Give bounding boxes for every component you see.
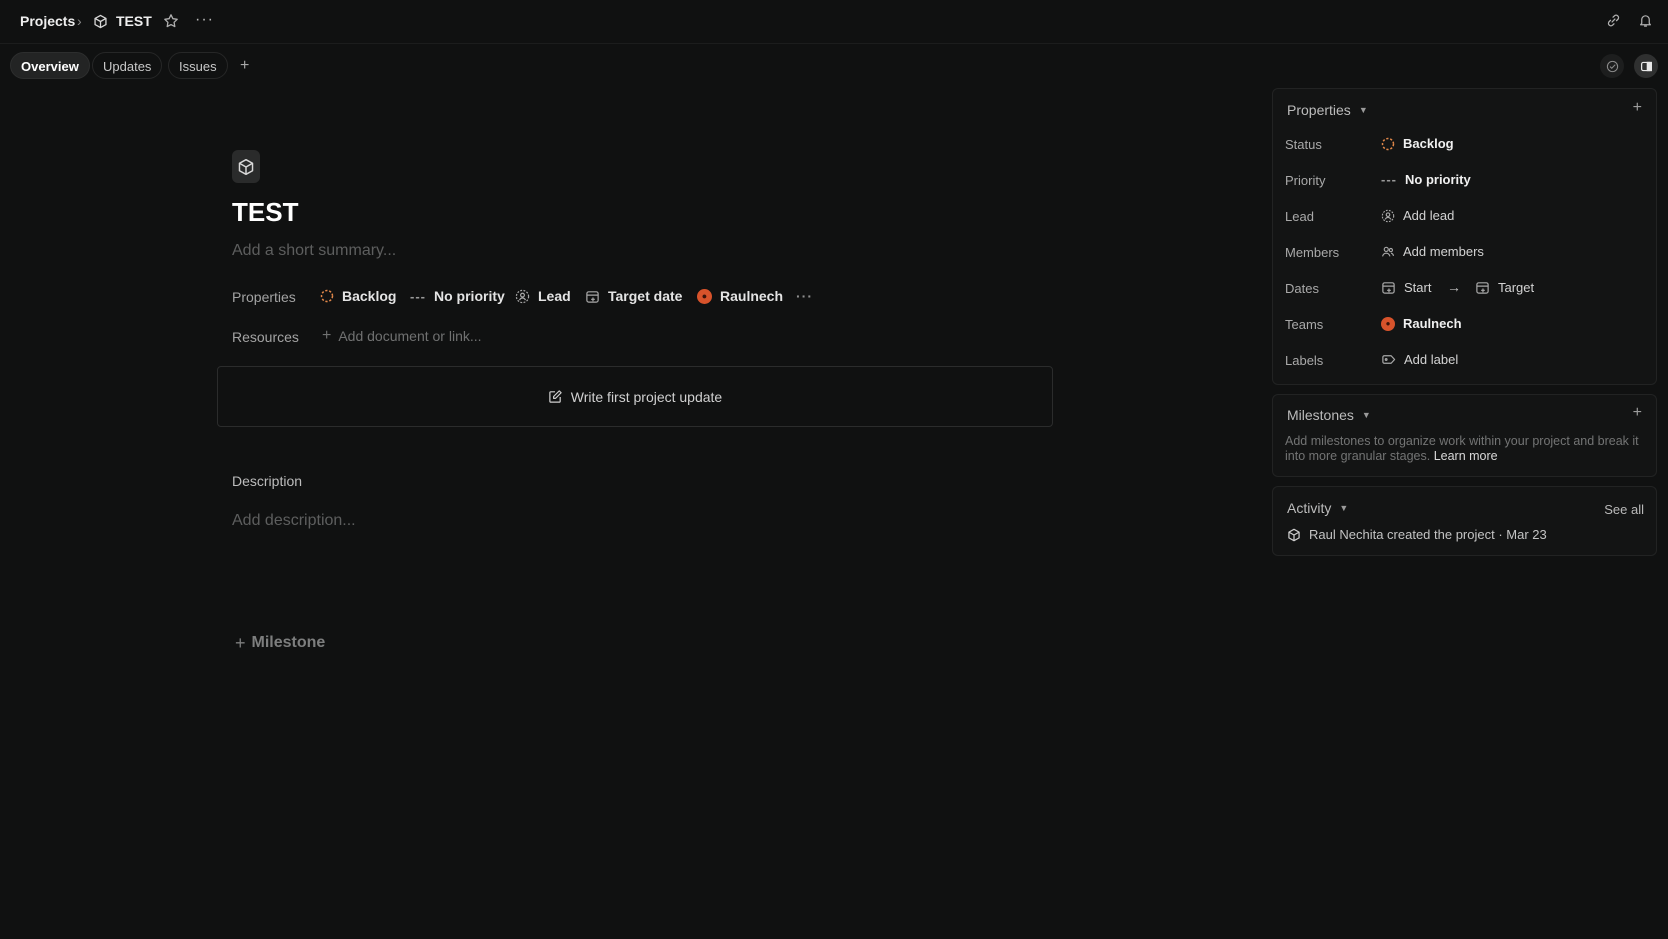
team-chip[interactable]: ● Raulnech <box>697 288 783 304</box>
lead-value[interactable]: Add lead <box>1381 208 1454 223</box>
members-label: Members <box>1285 245 1340 260</box>
members-value-label: Add members <box>1403 244 1484 259</box>
tab-overview[interactable]: Overview <box>10 52 90 79</box>
no-priority-icon: --- <box>410 288 426 304</box>
status-label: Status <box>1285 137 1322 152</box>
breadcrumb-projects[interactable]: Projects <box>20 13 75 29</box>
start-date-label: Start <box>1404 280 1432 295</box>
backlog-status-icon <box>1381 137 1395 151</box>
more-options-icon[interactable]: ··· <box>195 11 213 28</box>
project-icon[interactable] <box>232 150 260 183</box>
labels-value[interactable]: Add label <box>1381 352 1458 367</box>
breadcrumb-project[interactable]: TEST <box>116 13 152 29</box>
milestones-help-text: Add milestones to organize work within y… <box>1285 434 1650 464</box>
plus-icon: + <box>322 327 332 344</box>
milestones-panel-title: Milestones <box>1287 407 1354 423</box>
calendar-add-icon <box>585 289 600 304</box>
add-resource-label: Add document or link... <box>338 328 482 344</box>
team-avatar-icon: ● <box>1381 316 1395 331</box>
priority-label: Priority <box>1285 173 1326 188</box>
labels-value-label: Add label <box>1404 352 1459 367</box>
cube-icon <box>93 14 108 29</box>
target-date-label: Target <box>1498 280 1535 295</box>
link-icon[interactable] <box>1606 13 1622 29</box>
backlog-status-icon <box>320 289 334 303</box>
start-date-value[interactable]: Start <box>1381 280 1431 295</box>
caret-down-icon: ▼ <box>1358 105 1368 115</box>
priority-value-label: No priority <box>1405 172 1471 187</box>
activity-panel: Activity ▼ See all Raul Nechita created … <box>1272 486 1657 556</box>
teams-value[interactable]: ● Raulnech <box>1381 316 1462 331</box>
caret-down-icon: ▼ <box>1339 503 1349 513</box>
add-resource-button[interactable]: + Add document or link... <box>322 327 482 345</box>
properties-panel: Properties ▼ + Status Backlog Priority -… <box>1272 88 1657 385</box>
lead-chip-label: Lead <box>538 288 571 304</box>
milestones-panel-header[interactable]: Milestones ▼ <box>1287 407 1371 423</box>
tag-icon <box>1381 352 1396 367</box>
team-avatar-icon: ● <box>697 288 712 304</box>
lead-chip[interactable]: Lead <box>515 288 571 304</box>
lead-icon <box>1381 209 1395 223</box>
top-bar: Projects › TEST ··· <box>0 0 1668 44</box>
learn-more-link[interactable]: Learn more <box>1434 449 1498 463</box>
status-chip[interactable]: Backlog <box>320 288 396 304</box>
write-update-button[interactable]: Write first project update <box>217 366 1053 427</box>
team-chip-label: Raulnech <box>720 288 784 304</box>
activity-entry: Raul Nechita created the project · Mar 2… <box>1287 527 1547 542</box>
teams-label: Teams <box>1285 317 1324 332</box>
cube-icon <box>1287 528 1301 542</box>
status-chip-label: Backlog <box>342 288 397 304</box>
plus-icon: + <box>235 633 246 653</box>
lead-label: Lead <box>1285 209 1314 224</box>
description-input[interactable]: Add description... <box>232 512 356 530</box>
lead-icon <box>515 289 530 304</box>
properties-panel-header[interactable]: Properties ▼ <box>1287 102 1368 118</box>
activity-panel-header[interactable]: Activity ▼ <box>1287 500 1348 516</box>
activity-panel-title: Activity <box>1287 500 1332 516</box>
target-date-chip-label: Target date <box>608 288 683 304</box>
summary-input[interactable]: Add a short summary... <box>232 242 396 260</box>
add-milestone-label: Milestone <box>251 634 326 651</box>
no-priority-icon: --- <box>1381 172 1397 187</box>
properties-panel-title: Properties <box>1287 102 1351 118</box>
add-milestone-button[interactable]: + Milestone <box>235 634 325 652</box>
calendar-add-icon <box>1381 280 1396 295</box>
tab-updates[interactable]: Updates <box>92 52 163 79</box>
status-value[interactable]: Backlog <box>1381 136 1454 151</box>
arrow-right-icon: → <box>1447 279 1461 295</box>
chevron-right-icon: › <box>77 13 82 29</box>
priority-chip-label: No priority <box>434 288 505 304</box>
bell-icon[interactable] <box>1638 13 1654 29</box>
see-all-link[interactable]: See all <box>1604 502 1644 517</box>
add-tab-button[interactable]: + <box>240 58 249 74</box>
description-label: Description <box>232 473 303 489</box>
labels-label: Labels <box>1285 353 1324 368</box>
target-date-value[interactable]: Target <box>1475 280 1534 295</box>
priority-chip[interactable]: --- No priority <box>410 288 505 304</box>
add-milestone-panel-button[interactable]: + <box>1633 404 1642 422</box>
status-value-label: Backlog <box>1403 136 1454 151</box>
toggle-sidebar-button[interactable] <box>1634 54 1658 78</box>
project-title[interactable]: TEST <box>232 197 298 228</box>
activity-entry-text: Raul Nechita created the project · Mar 2… <box>1309 527 1547 542</box>
star-icon[interactable] <box>163 13 179 29</box>
write-update-label: Write first project update <box>570 388 723 405</box>
dates-label: Dates <box>1285 281 1319 296</box>
tab-issues[interactable]: Issues <box>168 52 228 79</box>
calendar-add-icon <box>1475 280 1490 295</box>
members-value[interactable]: Add members <box>1381 244 1484 259</box>
caret-down-icon: ▼ <box>1361 410 1371 420</box>
lead-value-label: Add lead <box>1403 208 1455 223</box>
priority-value[interactable]: --- No priority <box>1381 172 1471 187</box>
target-date-chip[interactable]: Target date <box>585 288 682 304</box>
edit-icon <box>548 389 563 404</box>
add-property-button[interactable]: + <box>1633 99 1642 117</box>
members-icon <box>1381 245 1395 259</box>
milestones-panel: Milestones ▼ + Add milestones to organiz… <box>1272 394 1657 477</box>
properties-row-label: Properties <box>232 289 296 305</box>
more-properties-icon[interactable]: ··· <box>796 288 813 304</box>
teams-value-label: Raulnech <box>1403 316 1462 331</box>
subscribe-button[interactable] <box>1600 54 1624 78</box>
resources-row-label: Resources <box>232 329 299 345</box>
